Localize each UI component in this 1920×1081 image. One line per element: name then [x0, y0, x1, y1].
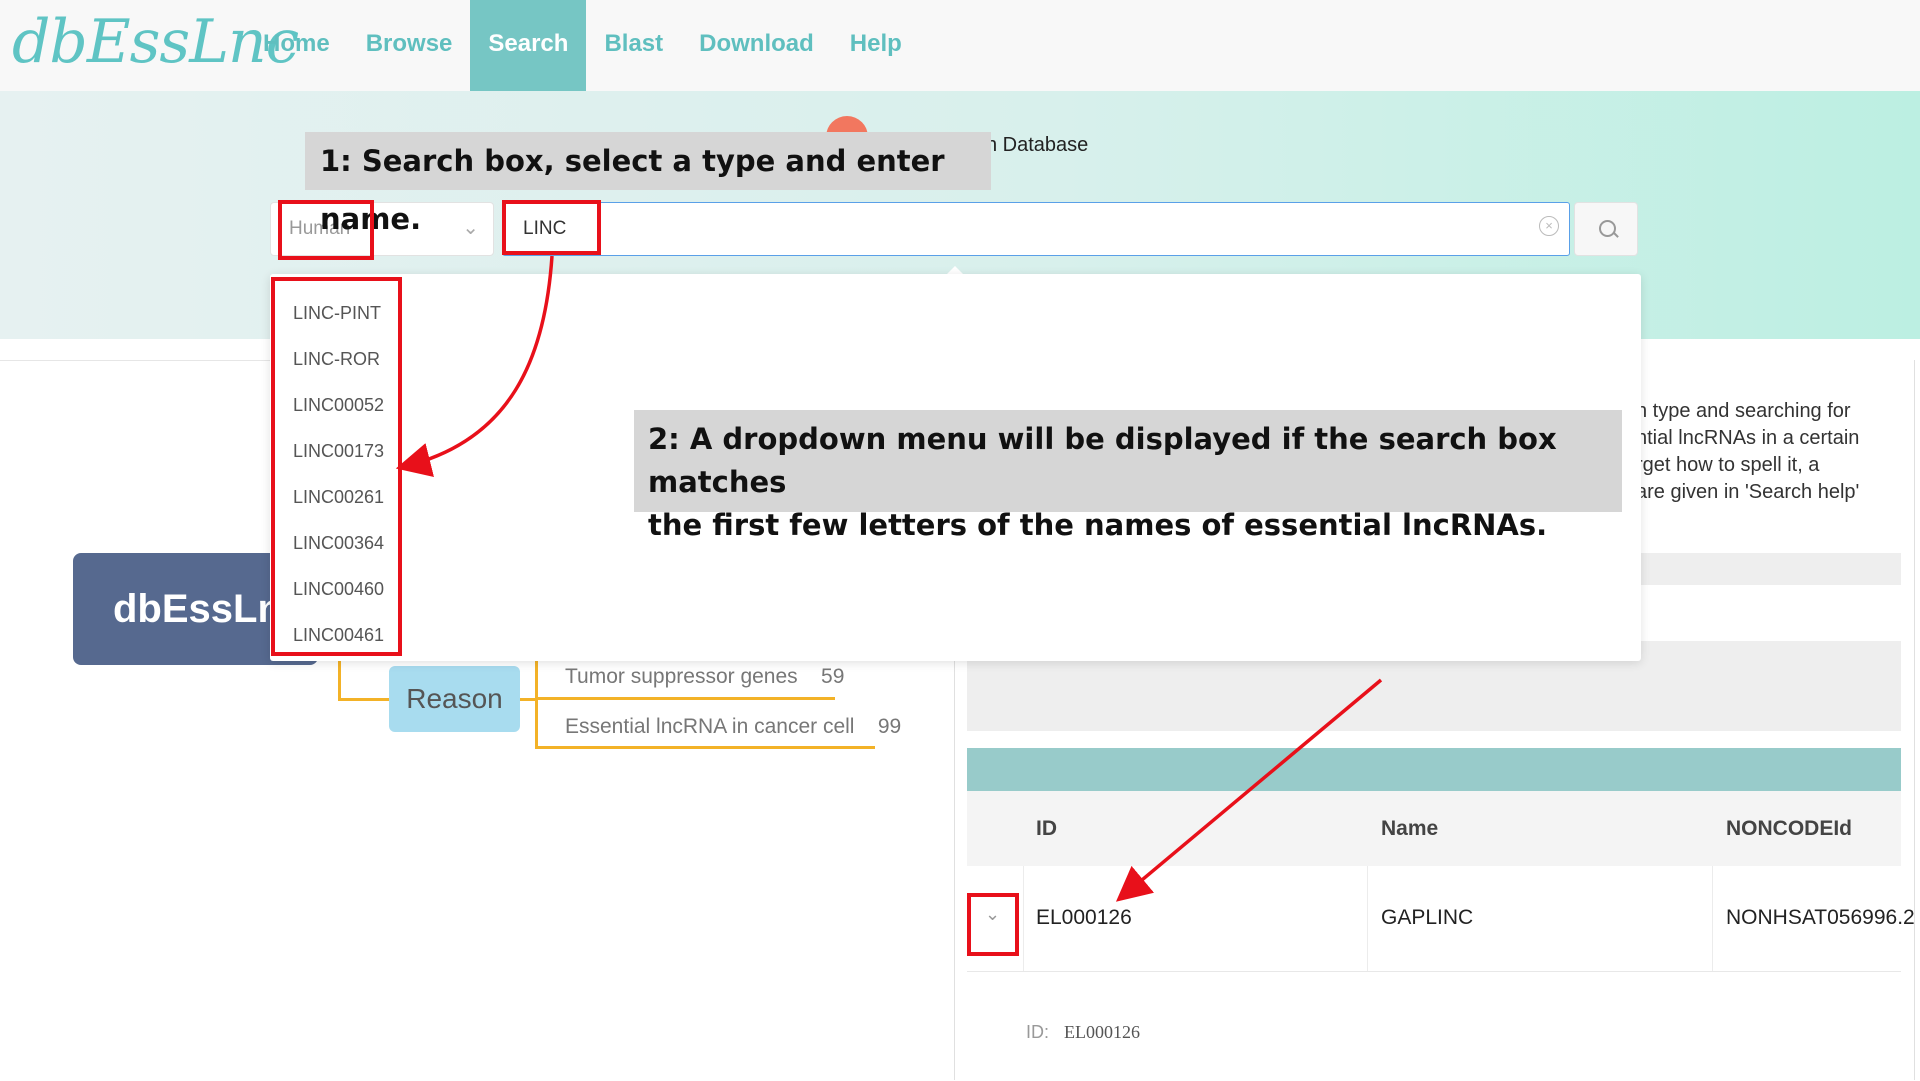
- annotation-arrows: [395, 255, 1383, 902]
- arrow-search-to-dropdown: [395, 255, 554, 478]
- arrow-to-expand-row: [1115, 678, 1383, 902]
